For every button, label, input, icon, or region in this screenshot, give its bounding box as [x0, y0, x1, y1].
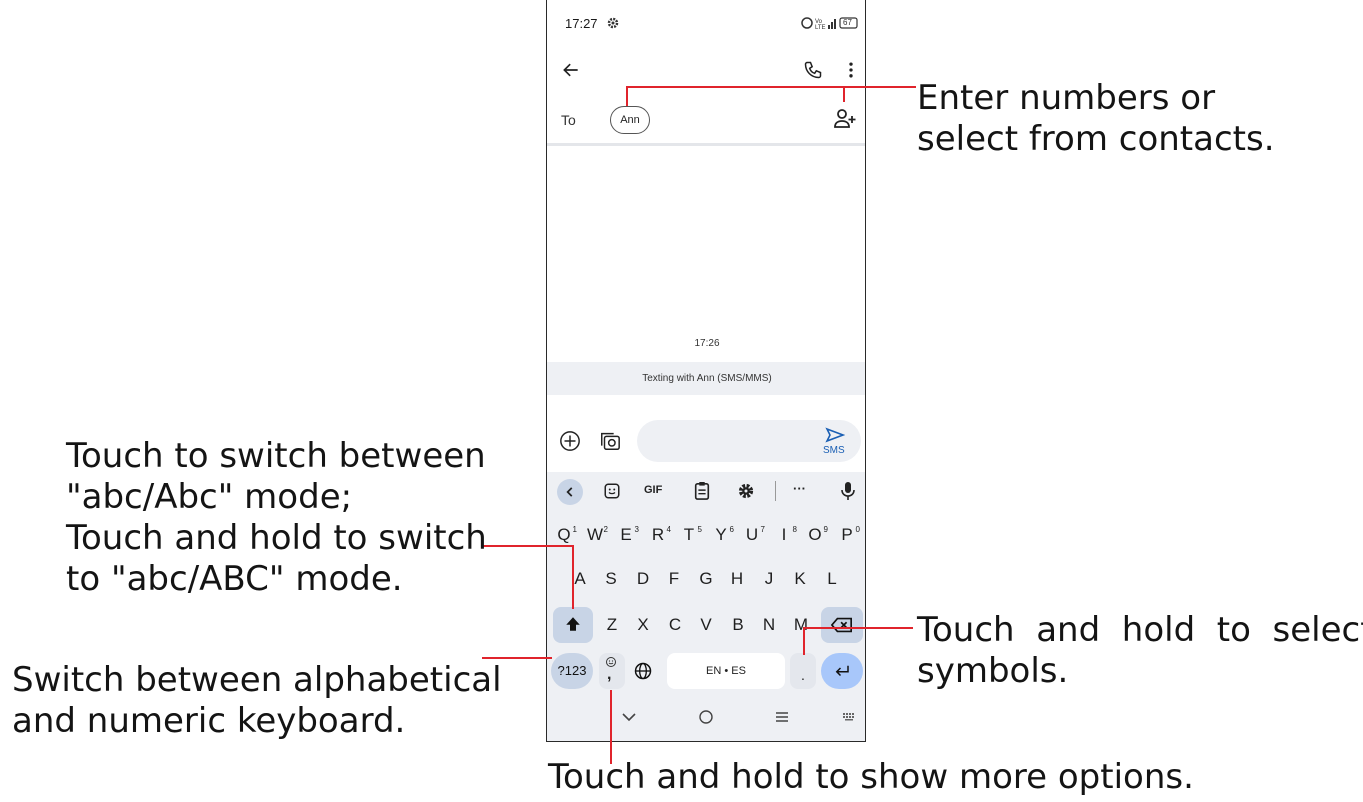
send-sms-label: SMS	[823, 445, 845, 456]
space-bar[interactable]: EN • ES	[667, 653, 785, 689]
callout-line-shift-v	[572, 545, 574, 609]
key-h[interactable]: H	[722, 566, 752, 592]
key-u[interactable]: U7	[737, 522, 767, 548]
send-icon[interactable]	[825, 427, 845, 443]
sticker-icon[interactable]	[603, 482, 621, 500]
nav-home-icon[interactable]	[699, 710, 713, 724]
keyboard-settings-icon[interactable]	[737, 482, 755, 500]
callout-symbols: Touch and hold to select symbols.	[917, 610, 1363, 691]
nav-keyboard-switch-icon[interactable]	[843, 713, 855, 721]
recipient-divider	[547, 143, 865, 146]
key-j[interactable]: J	[754, 566, 784, 592]
callout-contacts: Enter numbers or select from contacts.	[917, 78, 1275, 159]
comma-label: ,	[607, 666, 612, 683]
to-label: To	[561, 112, 576, 128]
svg-text:LTE: LTE	[815, 25, 826, 30]
more-vert-icon[interactable]	[841, 60, 861, 80]
key-f[interactable]: F	[659, 566, 689, 592]
key-b[interactable]: B	[723, 612, 753, 638]
callout-line-shift-h	[482, 545, 574, 547]
key-v[interactable]: V	[691, 612, 721, 638]
microphone-icon[interactable]	[841, 481, 855, 501]
callout-numeric: Switch between alphabetical and numeric …	[12, 660, 502, 741]
phone-call-icon[interactable]	[803, 60, 823, 80]
phone-screen: 17:27 Vo LTE 67 To Ann 17:26 Texting wit…	[546, 0, 866, 742]
key-o[interactable]: O9	[800, 522, 830, 548]
callout-line-chip-v	[626, 86, 628, 106]
key-w[interactable]: W2	[580, 522, 610, 548]
key-g[interactable]: G	[691, 566, 721, 592]
back-arrow-icon[interactable]	[561, 60, 581, 80]
key-y[interactable]: Y6	[706, 522, 736, 548]
settings-gear-status-icon	[607, 17, 619, 29]
callout-line-addcontact-v	[843, 86, 845, 102]
battery-level: 67	[843, 18, 852, 27]
callout-line-contacts-h	[626, 86, 916, 88]
callout-line-numeric-h	[482, 657, 552, 659]
callout-more-options: Touch and hold to show more options.	[548, 757, 1194, 797]
shift-arrow-icon	[564, 615, 582, 633]
symbols-key[interactable]: ?123	[551, 653, 593, 689]
callout-line-symbols-v	[803, 627, 805, 655]
gif-button[interactable]: GIF	[644, 484, 662, 496]
key-s[interactable]: S	[596, 566, 626, 592]
nav-hide-keyboard-icon[interactable]	[621, 712, 637, 722]
callout-line-options-v	[610, 690, 612, 764]
key-r[interactable]: R4	[643, 522, 673, 548]
add-contact-icon[interactable]	[833, 108, 857, 130]
status-time: 17:27	[565, 16, 598, 31]
key-a[interactable]: A	[565, 566, 595, 592]
key-e[interactable]: E3	[611, 522, 641, 548]
nav-recents-icon[interactable]	[775, 711, 789, 723]
recipient-chip[interactable]: Ann	[610, 106, 650, 134]
key-i[interactable]: I8	[769, 522, 799, 548]
callout-line-symbols-h	[803, 627, 913, 629]
keyboard	[547, 472, 865, 741]
add-attachment-icon[interactable]	[559, 430, 581, 452]
enter-arrow-icon	[833, 662, 851, 680]
toolbar-divider	[775, 481, 776, 501]
key-m[interactable]: M	[786, 612, 816, 638]
period-key[interactable]: .	[790, 653, 816, 689]
key-l[interactable]: L	[817, 566, 847, 592]
key-t[interactable]: T5	[674, 522, 704, 548]
gallery-camera-icon[interactable]	[599, 430, 621, 452]
conversation-info-banner: Texting with Ann (SMS/MMS)	[547, 362, 865, 395]
language-globe-icon[interactable]	[633, 661, 653, 681]
key-z[interactable]: Z	[597, 612, 627, 638]
key-x[interactable]: X	[628, 612, 658, 638]
backspace-icon	[831, 616, 853, 634]
chevron-left-icon	[563, 485, 577, 499]
callout-shift: Touch to switch between "abc/Abc" mode; …	[66, 436, 487, 599]
key-n[interactable]: N	[754, 612, 784, 638]
clipboard-icon[interactable]	[693, 481, 711, 501]
key-p[interactable]: P0	[832, 522, 862, 548]
more-tools-button[interactable]: ···	[793, 481, 806, 496]
key-k[interactable]: K	[785, 566, 815, 592]
key-d[interactable]: D	[628, 566, 658, 592]
message-timestamp: 17:26	[694, 338, 720, 349]
key-c[interactable]: C	[660, 612, 690, 638]
